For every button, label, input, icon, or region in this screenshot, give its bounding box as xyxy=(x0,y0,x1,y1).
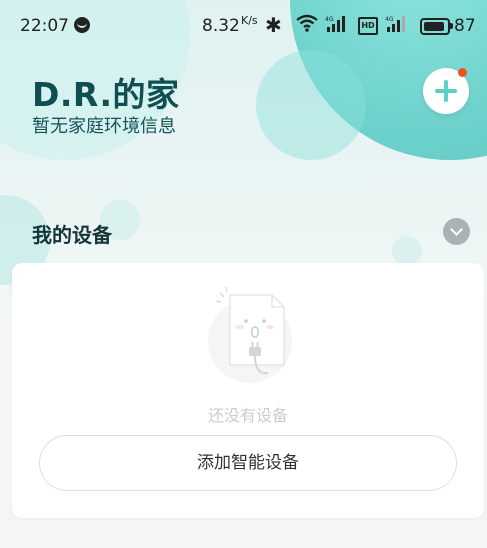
network-speed: 8.32 xyxy=(202,16,240,36)
home-environment-info: 暂无家庭环境信息 xyxy=(32,116,176,137)
4g-signal-icon: 4G xyxy=(325,16,345,32)
svg-text:4G: 4G xyxy=(325,16,334,23)
section-title: 我的设备 xyxy=(32,223,112,247)
add-button[interactable] xyxy=(423,68,469,114)
status-bar: 22:07 8.32 K/s ✱ 4G HD 4G 87 xyxy=(0,0,487,56)
plus-icon xyxy=(444,80,448,102)
bluetooth-icon: ✱ xyxy=(265,13,282,37)
empty-state-text: 还没有设备 xyxy=(207,406,288,425)
chevron-down-icon[interactable] xyxy=(443,218,470,245)
decorative-circle xyxy=(392,236,422,266)
add-smart-device-button[interactable]: 添加智能设备 xyxy=(39,435,457,491)
network-speed-unit: K/s xyxy=(241,14,258,27)
app-icon xyxy=(74,17,90,33)
battery-icon xyxy=(420,18,453,35)
notification-dot xyxy=(458,68,467,77)
empty-device-illustration xyxy=(208,286,292,383)
status-time: 22:07 xyxy=(20,16,69,36)
home-title[interactable]: D.R.的家 xyxy=(32,68,180,116)
hd-icon: HD xyxy=(358,17,378,35)
decorative-circle xyxy=(256,50,366,160)
devices-card: 还没有设备 添加智能设备 xyxy=(12,263,484,518)
wifi-icon xyxy=(296,14,318,32)
svg-text:4G: 4G xyxy=(385,16,394,23)
battery-level: 87 xyxy=(454,16,476,36)
4g-signal-icon: 4G xyxy=(385,16,405,32)
